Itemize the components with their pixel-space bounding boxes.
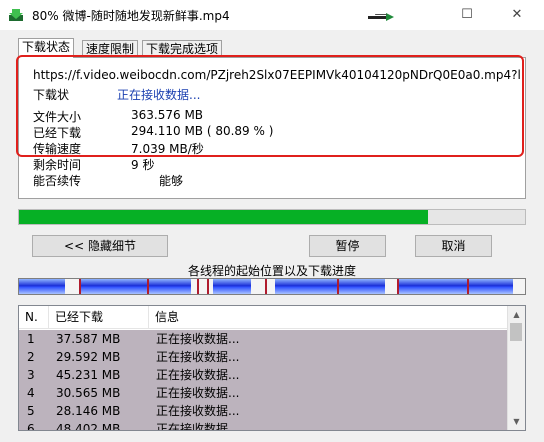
- scroll-down-icon[interactable]: ▼: [508, 413, 525, 430]
- scroll-up-icon[interactable]: ▲: [508, 306, 525, 323]
- thread-downloaded: 48.402 MB: [56, 422, 121, 431]
- download-manager-icon: [9, 9, 23, 21]
- table-row[interactable]: 6 48.402 MB 正在接收数据...: [19, 420, 507, 431]
- column-header-info[interactable]: 信息: [149, 306, 507, 328]
- speed-value: 7.039 MB/秒: [131, 142, 204, 156]
- speed-label: 传输速度: [33, 142, 82, 156]
- thread-number: 5: [27, 404, 35, 418]
- thread-gap: [191, 279, 213, 294]
- thread-marker: [147, 279, 149, 294]
- thread-info: 正在接收数据...: [156, 332, 240, 346]
- download-status-value: 正在接收数据...: [117, 88, 201, 102]
- thread-info: 正在接收数据...: [156, 422, 240, 431]
- thread-number: 3: [27, 368, 35, 382]
- resume-label: 能否续传: [33, 174, 82, 188]
- window-title: 80% 微博-随时随地发现新鲜事.mp4: [32, 9, 230, 23]
- close-button[interactable]: ✕: [494, 0, 540, 30]
- thread-list[interactable]: N. 已经下载 信息 1 37.587 MB 正在接收数据... 2 29.592 MB…: [18, 305, 526, 431]
- thread-marker: [207, 279, 209, 294]
- pause-button[interactable]: 暂停: [309, 235, 386, 257]
- cancel-button[interactable]: 取消: [415, 235, 492, 257]
- tab-download-status[interactable]: 下载状态: [18, 38, 75, 58]
- thread-marker: [397, 279, 399, 294]
- thread-marker: [197, 279, 199, 294]
- column-header-number[interactable]: N.: [19, 306, 49, 328]
- table-row[interactable]: 5 28.146 MB 正在接收数据...: [19, 402, 507, 420]
- thread-gap: [513, 279, 525, 294]
- thread-number: 1: [27, 332, 35, 346]
- download-url: https://f.video.weibocdn.com/PZjreh2Slx0…: [33, 68, 521, 82]
- tab-completion-options[interactable]: 下载完成选项: [142, 40, 223, 57]
- thread-downloaded: 37.587 MB: [56, 332, 121, 346]
- thread-downloaded: 30.565 MB: [56, 386, 121, 400]
- minimize-button[interactable]: —: [358, 0, 404, 30]
- vertical-scrollbar[interactable]: ▲ ▼: [507, 306, 525, 430]
- file-size-label: 文件大小: [33, 110, 82, 124]
- table-row[interactable]: 1 37.587 MB 正在接收数据...: [19, 330, 507, 348]
- thread-gap: [251, 279, 265, 294]
- thread-marker: [467, 279, 469, 294]
- thread-marker: [265, 279, 267, 294]
- thread-info: 正在接收数据...: [156, 386, 240, 400]
- thread-number: 4: [27, 386, 35, 400]
- downloaded-label: 已经下载: [33, 126, 82, 140]
- file-size-value: 363.576 MB: [131, 108, 204, 122]
- table-row[interactable]: 4 30.565 MB 正在接收数据...: [19, 384, 507, 402]
- thread-downloaded: 29.592 MB: [56, 350, 121, 364]
- thread-downloaded: 45.231 MB: [56, 368, 121, 382]
- thread-number: 6: [27, 422, 35, 431]
- thread-info: 正在接收数据...: [156, 404, 240, 418]
- status-panel: https://f.video.weibocdn.com/PZjreh2Slx0…: [18, 57, 526, 199]
- resume-value: 能够: [159, 174, 184, 188]
- thread-info: 正在接收数据...: [156, 350, 240, 364]
- download-progress-fill: [19, 210, 429, 224]
- table-row[interactable]: 3 45.231 MB 正在接收数据...: [19, 366, 507, 384]
- download-status-label: 下载状: [33, 88, 70, 102]
- scroll-thumb[interactable]: [510, 323, 522, 341]
- remaining-time-value: 9 秒: [131, 158, 155, 172]
- table-row[interactable]: 2 29.592 MB 正在接收数据...: [19, 348, 507, 366]
- thread-number: 2: [27, 350, 35, 364]
- downloaded-value: 294.110 MB ( 80.89 % ): [131, 124, 274, 138]
- download-progress-bar: [18, 209, 526, 225]
- thread-list-header: N. 已经下载 信息: [19, 306, 507, 329]
- hide-details-button[interactable]: << 隐藏细节: [32, 235, 168, 257]
- title-bar: 80% 微博-随时随地发现新鲜事.mp4 — ☐ ✕: [0, 0, 544, 30]
- thread-downloaded: 28.146 MB: [56, 404, 121, 418]
- tab-speed-limit[interactable]: 速度限制: [82, 40, 139, 57]
- column-header-downloaded[interactable]: 已经下载: [49, 306, 149, 328]
- thread-marker: [337, 279, 339, 294]
- remaining-time-label: 剩余时间: [33, 158, 82, 172]
- thread-info: 正在接收数据...: [156, 368, 240, 382]
- thread-progress-bar: [18, 278, 526, 295]
- thread-section-title: 各线程的起始位置以及下载进度: [187, 264, 356, 278]
- maximize-button[interactable]: ☐: [444, 0, 490, 30]
- thread-marker: [79, 279, 81, 294]
